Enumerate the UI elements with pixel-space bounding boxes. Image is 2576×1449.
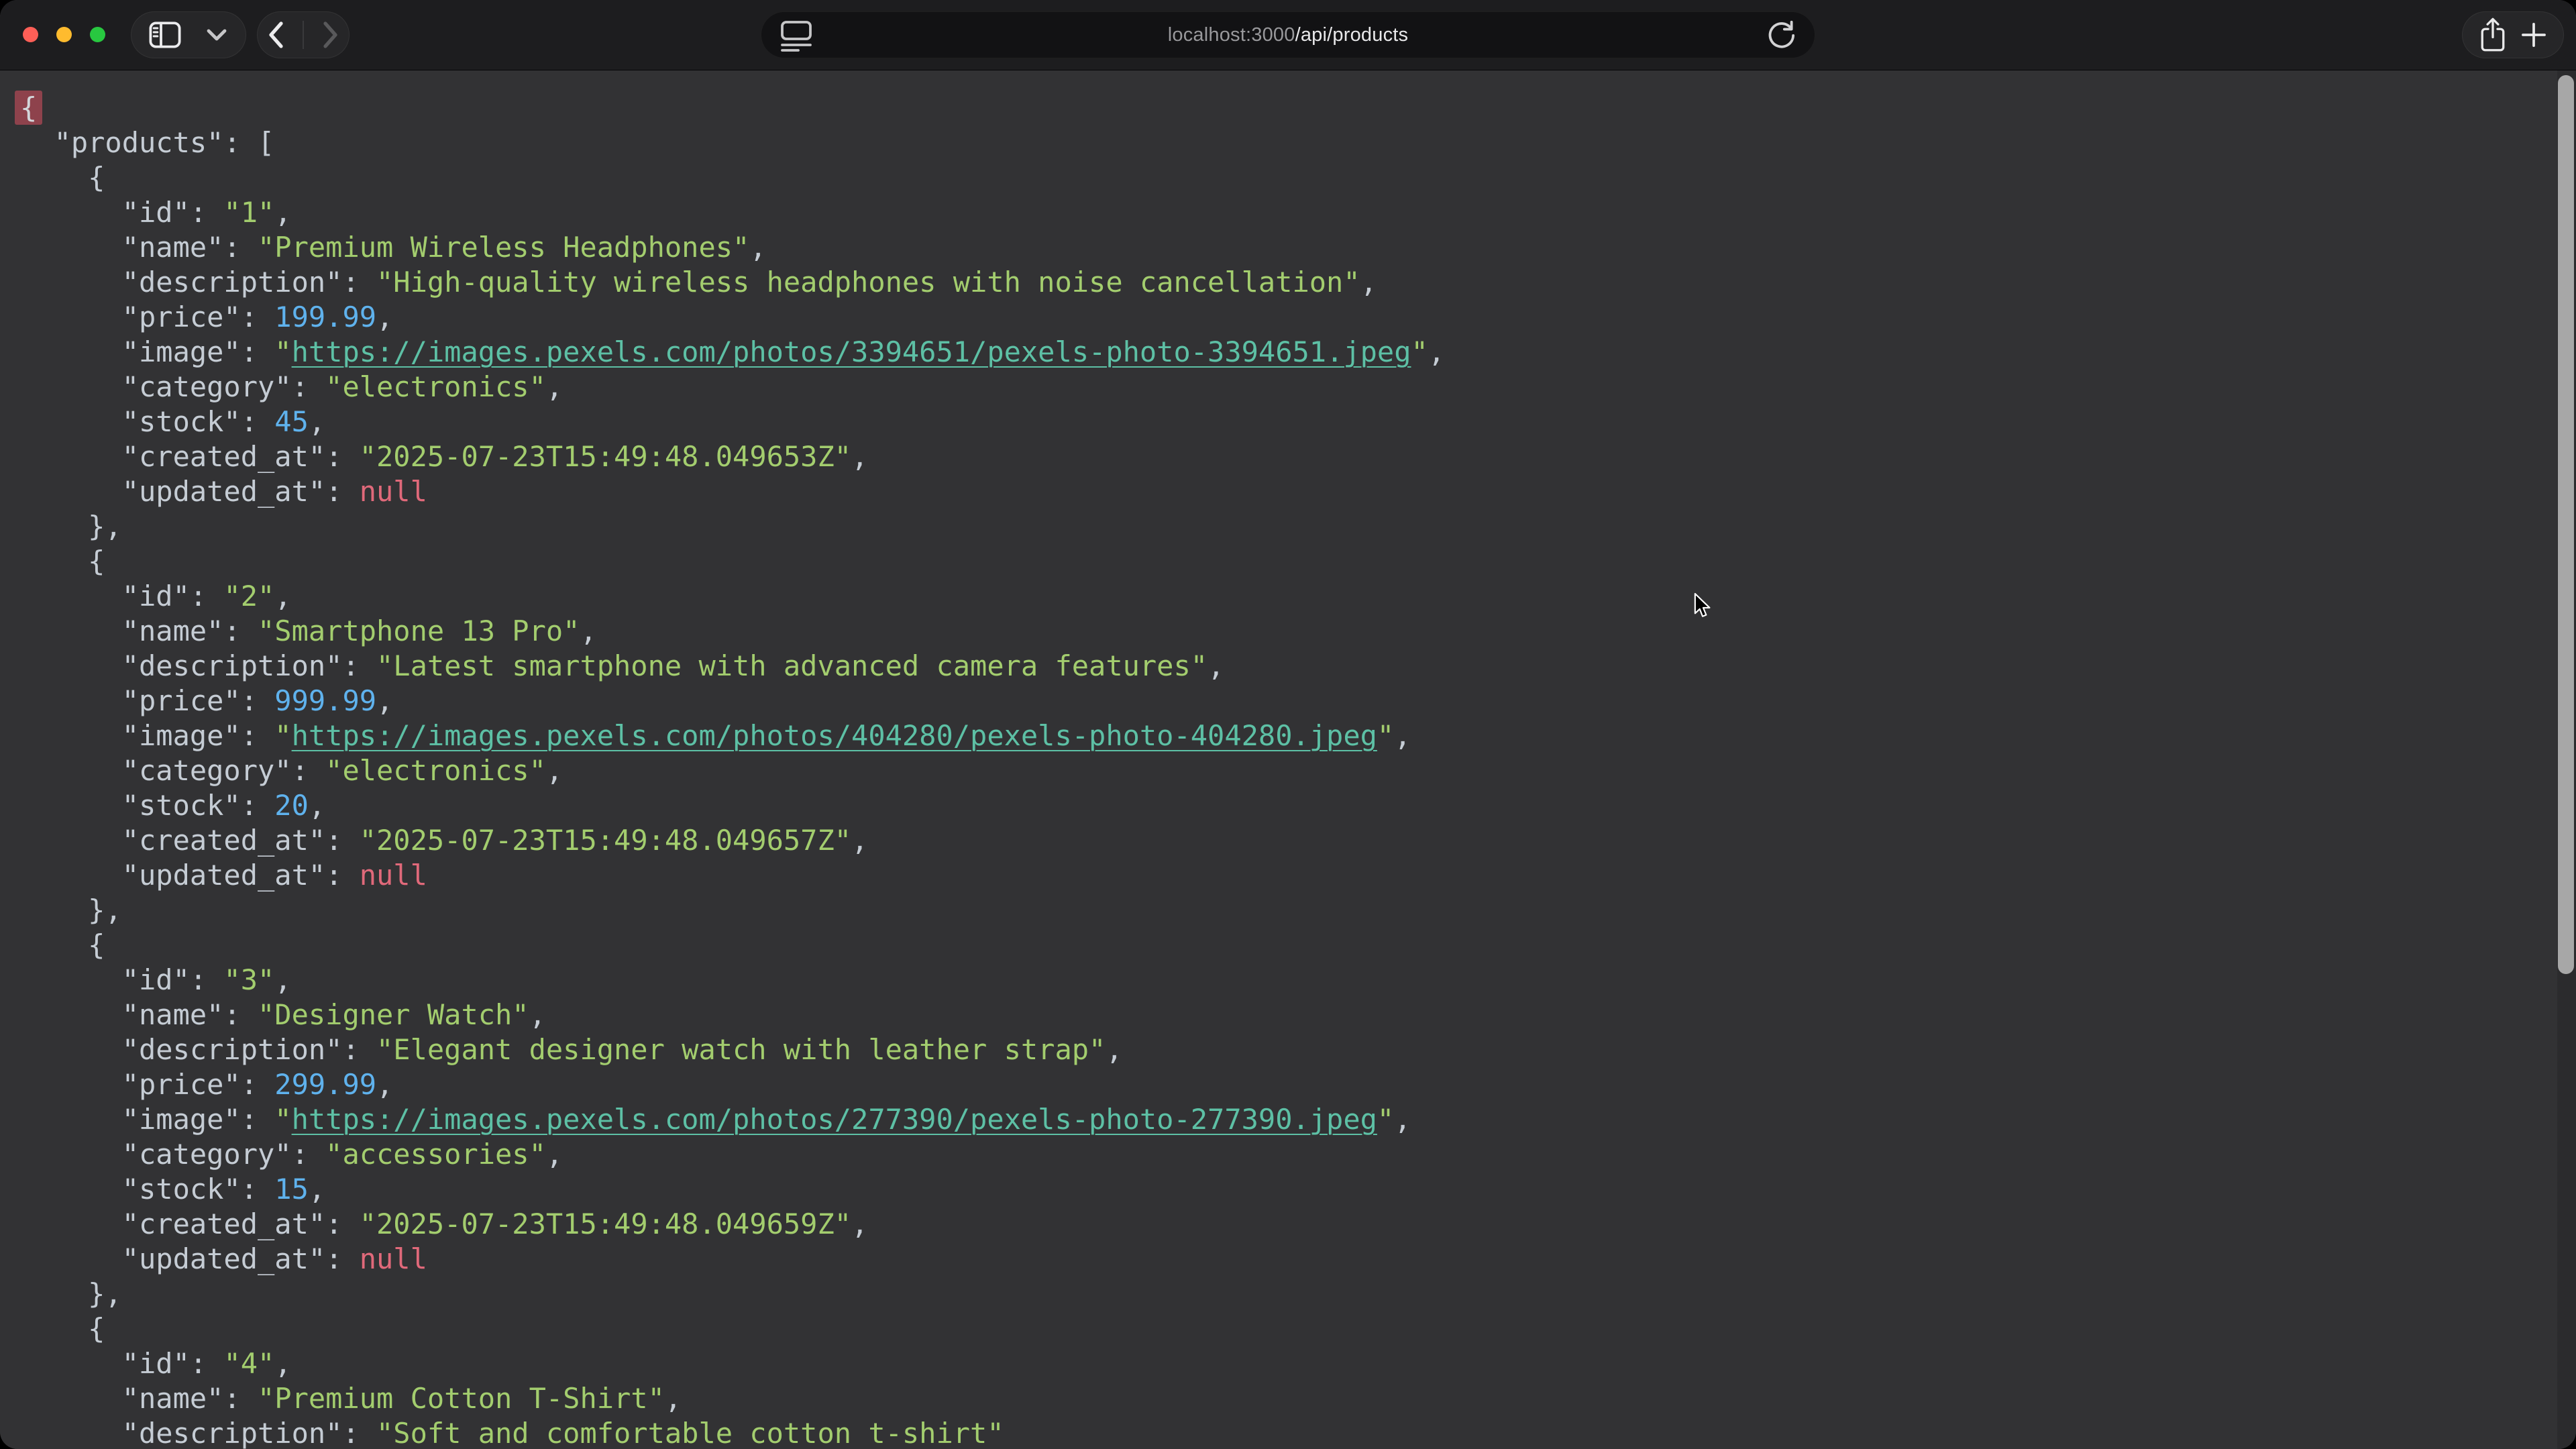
nav-controls: [257, 11, 350, 58]
close-button[interactable]: [23, 27, 38, 42]
chevron-down-icon: [205, 28, 228, 42]
json-viewer: { "products": [ { "id": "1", "name": "Pr…: [0, 70, 2576, 1449]
address-bar[interactable]: localhost:3000/api/products: [761, 11, 1815, 58]
mouse-cursor: [1693, 592, 1711, 619]
page-format-icon: [779, 17, 814, 52]
safari-window: localhost:3000/api/products: [0, 0, 2576, 1449]
url-path: /api/products: [1295, 24, 1409, 46]
url-text: localhost:3000/api/products: [1168, 24, 1408, 46]
json-viewer-code: { "products": [ { "id": "1", "name": "Pr…: [20, 91, 1445, 1449]
toolbar-actions: [2462, 11, 2564, 58]
maximize-button[interactable]: [90, 27, 105, 42]
browser-toolbar: localhost:3000/api/products: [0, 0, 2576, 70]
back-button[interactable]: [267, 20, 284, 50]
reload-button[interactable]: [1765, 18, 1799, 52]
scrollbar-thumb[interactable]: [2558, 75, 2574, 974]
traffic-lights: [23, 27, 105, 42]
reload-icon: [1765, 18, 1799, 52]
sidebar-toggle-button[interactable]: [149, 21, 181, 48]
json-url-link[interactable]: https://images.pexels.com/photos/3394651…: [292, 335, 1411, 368]
url-host: localhost:3000: [1168, 24, 1295, 46]
nav-divider: [303, 21, 304, 49]
json-url-link[interactable]: https://images.pexels.com/photos/277390/…: [292, 1103, 1377, 1136]
sidebar-icon: [149, 21, 181, 48]
share-button[interactable]: [2477, 16, 2508, 54]
page-settings-button[interactable]: [779, 17, 814, 52]
sidebar-controls: [131, 11, 246, 58]
tab-overview-chevron-button[interactable]: [205, 28, 228, 42]
plus-icon: [2519, 20, 2548, 50]
minimize-button[interactable]: [56, 27, 72, 42]
page-content: { "products": [ { "id": "1", "name": "Pr…: [0, 70, 2576, 1449]
back-chevron-icon: [267, 20, 284, 50]
json-url-link[interactable]: https://images.pexels.com/photos/404280/…: [292, 719, 1377, 752]
forward-button[interactable]: [322, 20, 339, 50]
share-icon: [2477, 16, 2508, 54]
forward-chevron-icon: [322, 20, 339, 50]
new-tab-button[interactable]: [2519, 20, 2548, 50]
